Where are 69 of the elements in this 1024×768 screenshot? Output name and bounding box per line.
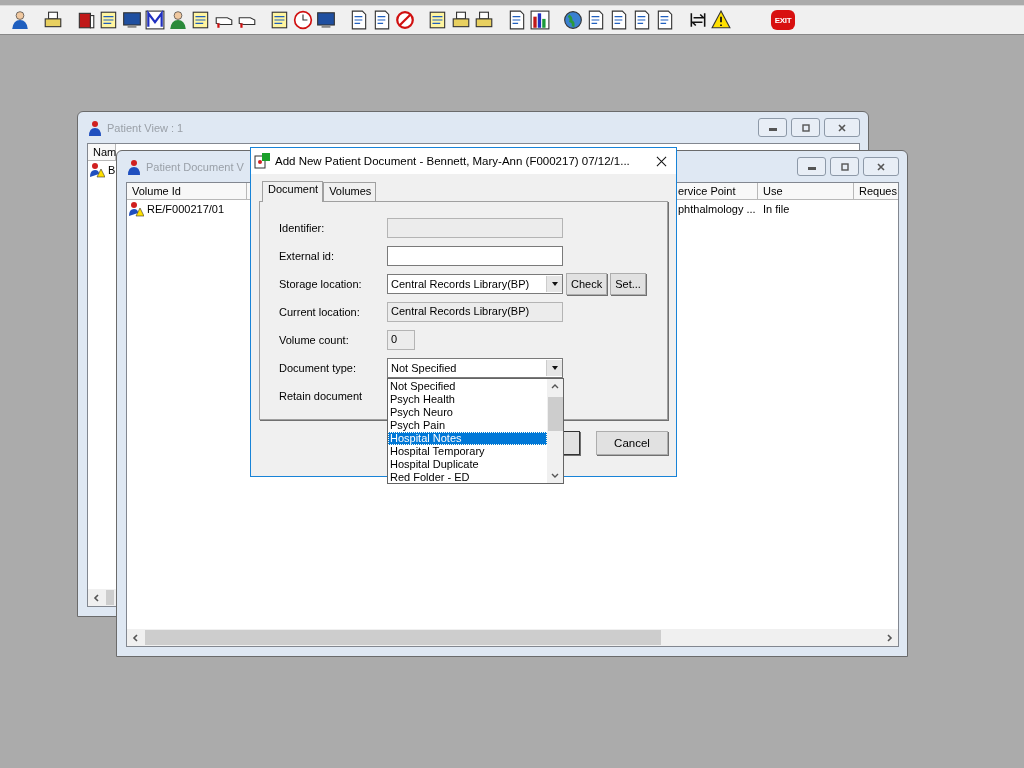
minimize-icon: [768, 128, 777, 131]
dropdown-option[interactable]: Not Specified: [388, 380, 547, 393]
dropdown-option[interactable]: Hospital Duplicate: [388, 458, 547, 471]
person-icon: [87, 119, 103, 136]
close-button[interactable]: [824, 118, 860, 137]
minimize-button[interactable]: [758, 118, 787, 137]
side-button[interactable]: Check: [566, 273, 608, 295]
maximize-icon: [839, 161, 850, 172]
field-label: Current location:: [279, 306, 361, 318]
prohibition-icon[interactable]: [394, 9, 416, 31]
table-cell: B: [108, 164, 116, 176]
person-icon: [126, 158, 142, 175]
document-person-icon: [254, 153, 270, 169]
dropdown-field[interactable]: Not Specified: [387, 358, 563, 378]
person-icon[interactable]: [167, 9, 189, 31]
column-header[interactable]: Use: [758, 183, 854, 200]
minimize-button[interactable]: [797, 157, 826, 176]
close-icon[interactable]: [656, 155, 667, 167]
monitor-icon[interactable]: [121, 9, 143, 31]
close-icon: [837, 122, 847, 133]
input-field[interactable]: [387, 246, 563, 266]
dropdown-option[interactable]: Red Folder - ED: [388, 471, 547, 484]
monitor-icon[interactable]: [315, 9, 337, 31]
field-label: External id:: [279, 250, 336, 262]
warning-icon[interactable]: [710, 9, 732, 31]
maximize-icon: [800, 122, 811, 133]
person-warning-icon: [128, 201, 144, 217]
table-cell: phthalmology ...: [678, 203, 756, 215]
window-title: Patient View : 1: [107, 121, 184, 134]
scroll-thumb[interactable]: [145, 630, 661, 645]
clock-icon[interactable]: [292, 9, 314, 31]
field-label: Volume count:: [279, 334, 350, 346]
column-header[interactable]: Volume Id: [127, 183, 247, 200]
side-button[interactable]: Set...: [610, 273, 646, 295]
person-icon[interactable]: [9, 9, 31, 31]
dialog-title: Add New Patient Document - Bennett, Mary-Ann (F000217) 07/12/1...: [275, 155, 630, 167]
field-label: Storage location:: [279, 278, 363, 290]
dropdown-option[interactable]: Psych Neuro: [388, 406, 547, 419]
field-label: Retain document: [279, 390, 364, 402]
scroll-thumb[interactable]: [106, 590, 114, 605]
field-label: Identifier:: [279, 222, 326, 234]
globe-icon[interactable]: [562, 9, 584, 31]
column-header[interactable]: Reques: [854, 183, 898, 200]
zigzag-icon[interactable]: [144, 9, 166, 31]
dropdown-option[interactable]: Hospital Notes: [388, 432, 547, 445]
horizontal-scrollbar[interactable]: [88, 589, 116, 606]
exit-button[interactable]: EXIT: [771, 10, 795, 30]
vertical-scrollbar[interactable]: [547, 379, 563, 483]
person-warning-icon: [89, 162, 105, 178]
horizontal-scrollbar[interactable]: [127, 629, 898, 646]
column-header[interactable]: Nam: [88, 144, 116, 161]
table-cell: In file: [763, 203, 790, 215]
maximize-button[interactable]: [791, 118, 820, 137]
window-title: Patient Document V: [146, 160, 244, 173]
dropdown-option[interactable]: Psych Pain: [388, 419, 547, 432]
close-button[interactable]: [863, 157, 899, 176]
minimize-icon: [807, 167, 816, 170]
cancel-button[interactable]: Cancel: [596, 431, 668, 455]
dropdown-field[interactable]: Central Records Library(BP): [387, 274, 563, 294]
dropdown-option[interactable]: Psych Health: [388, 393, 547, 406]
dropdown-option[interactable]: Hospital Temporary: [388, 445, 547, 458]
tab[interactable]: Volumes: [323, 182, 377, 201]
field-label: Document type:: [279, 362, 358, 374]
tab[interactable]: Document: [262, 181, 324, 202]
close-icon: [876, 161, 886, 172]
chart-icon[interactable]: [529, 9, 551, 31]
maximize-button[interactable]: [830, 157, 859, 176]
scroll-thumb[interactable]: [547, 397, 563, 431]
table-cell: RE/F000217/01: [147, 203, 225, 215]
